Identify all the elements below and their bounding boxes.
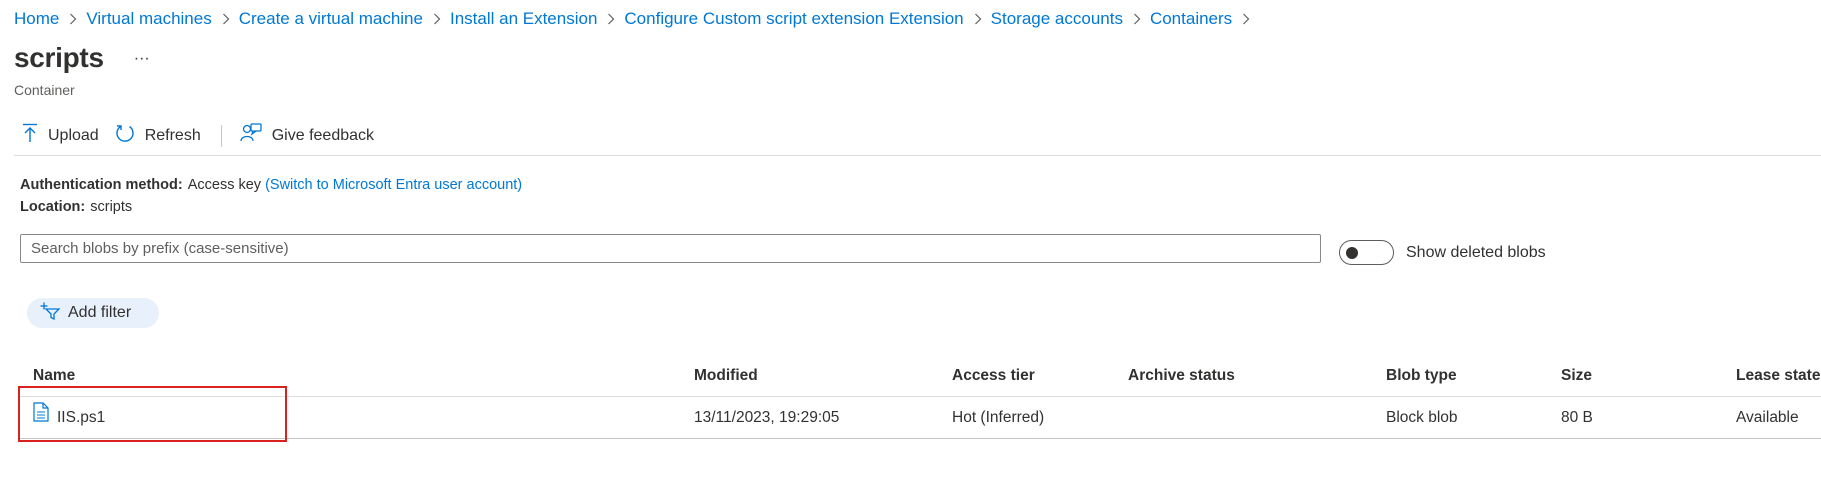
chevron-right-icon bbox=[69, 13, 77, 25]
auth-method-value: Access key bbox=[187, 177, 262, 193]
refresh-icon bbox=[115, 123, 145, 148]
chevron-right-icon bbox=[1133, 13, 1141, 25]
show-deleted-toggle[interactable] bbox=[1339, 240, 1394, 265]
table-header: Name Modified Access tier Archive status… bbox=[20, 362, 1821, 397]
cell-modified: 13/11/2023, 19:29:05 bbox=[694, 409, 840, 426]
title-row: scripts ··· bbox=[14, 42, 150, 74]
show-deleted-toggle-group: Show deleted blobs bbox=[1339, 240, 1546, 265]
page-title: scripts bbox=[14, 42, 104, 73]
refresh-button[interactable]: Refresh bbox=[107, 121, 209, 151]
show-deleted-label: Show deleted blobs bbox=[1406, 243, 1546, 261]
page-subtitle: Container bbox=[14, 82, 75, 98]
refresh-label: Refresh bbox=[144, 126, 201, 144]
chevron-right-icon bbox=[433, 13, 441, 25]
cell-size: 80 B bbox=[1561, 409, 1593, 426]
add-filter-button[interactable]: Add filter bbox=[27, 298, 159, 328]
chevron-right-icon bbox=[222, 13, 230, 25]
breadcrumb-home[interactable]: Home bbox=[14, 9, 59, 29]
auth-method-row: Authentication method: Access key (Switch … bbox=[20, 174, 522, 196]
cell-blob-type: Block blob bbox=[1386, 409, 1458, 426]
location-row: Location: scripts bbox=[20, 196, 522, 218]
search-blobs-input[interactable] bbox=[20, 234, 1321, 263]
breadcrumb-create-vm[interactable]: Create a virtual machine bbox=[239, 9, 423, 29]
give-feedback-button[interactable]: Give feedback bbox=[232, 121, 382, 151]
auth-method-label: Authentication method: bbox=[20, 177, 183, 193]
cell-access-tier: Hot (Inferred) bbox=[952, 409, 1045, 426]
location-label: Location: bbox=[20, 199, 86, 215]
column-header-modified[interactable]: Modified bbox=[694, 362, 758, 397]
toggle-knob bbox=[1346, 247, 1358, 259]
upload-button[interactable]: Upload bbox=[14, 121, 107, 151]
breadcrumb-configure-extension[interactable]: Configure Custom script extension Extens… bbox=[624, 9, 963, 29]
breadcrumb-storage-accounts[interactable]: Storage accounts bbox=[991, 9, 1123, 29]
column-header-lease-state[interactable]: Lease state bbox=[1736, 362, 1820, 397]
column-header-archive-status[interactable]: Archive status bbox=[1128, 362, 1235, 397]
feedback-icon bbox=[240, 123, 272, 148]
upload-label: Upload bbox=[48, 126, 99, 144]
location-value: scripts bbox=[90, 199, 133, 215]
column-header-name[interactable]: Name bbox=[33, 362, 75, 397]
cell-name: IIS.ps1 bbox=[33, 397, 105, 439]
feedback-label: Give feedback bbox=[271, 126, 375, 144]
add-filter-label: Add filter bbox=[68, 304, 132, 321]
upload-arrow-icon bbox=[22, 123, 48, 148]
table-row[interactable]: IIS.ps1 13/11/2023, 19:29:05 Hot (Inferr… bbox=[20, 397, 1821, 439]
blobs-table: Name Modified Access tier Archive status… bbox=[20, 362, 1821, 439]
column-header-access-tier[interactable]: Access tier bbox=[952, 362, 1035, 397]
ellipsis-icon[interactable]: ··· bbox=[134, 50, 150, 68]
breadcrumb-install-extension[interactable]: Install an Extension bbox=[450, 9, 597, 29]
breadcrumb-virtual-machines[interactable]: Virtual machines bbox=[86, 9, 211, 29]
blob-name-link[interactable]: IIS.ps1 bbox=[57, 397, 105, 439]
chevron-right-icon bbox=[1242, 13, 1250, 25]
command-bar: Upload Refresh Give feedback bbox=[14, 116, 1821, 156]
cell-lease-state: Available bbox=[1736, 409, 1799, 426]
column-header-blob-type[interactable]: Blob type bbox=[1386, 362, 1457, 397]
container-info: Authentication method: Access key (Switch … bbox=[20, 174, 522, 218]
breadcrumb: Home Virtual machines Create a virtual m… bbox=[14, 9, 1259, 29]
column-header-size[interactable]: Size bbox=[1561, 362, 1592, 397]
breadcrumb-containers[interactable]: Containers bbox=[1150, 9, 1232, 29]
file-icon bbox=[33, 397, 57, 439]
switch-auth-link[interactable]: (Switch to Microsoft Entra user account) bbox=[265, 177, 522, 193]
toolbar-divider bbox=[220, 124, 222, 147]
chevron-right-icon bbox=[974, 13, 982, 25]
chevron-right-icon bbox=[607, 13, 615, 25]
add-filter-icon bbox=[40, 302, 68, 325]
